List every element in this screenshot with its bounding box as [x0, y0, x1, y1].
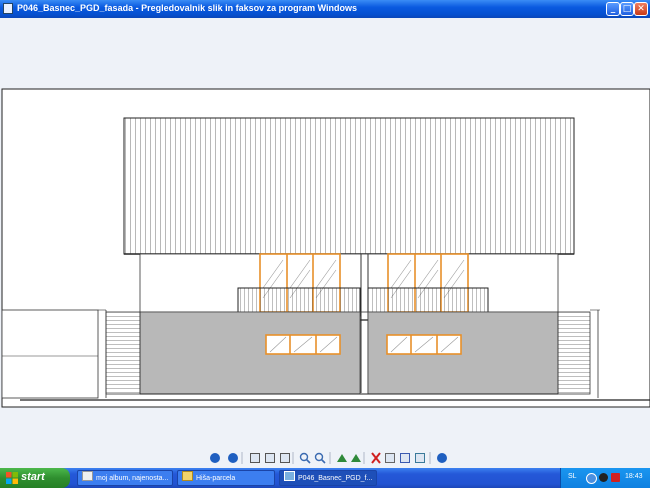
taskbar-item-image-viewer[interactable]: P046_Basnec_PGD_f...: [279, 470, 377, 486]
minimize-button[interactable]: _: [606, 2, 620, 16]
rotate-clockwise-icon: [337, 454, 347, 462]
taskbar: start moj album, najenosta... Hiša-parce…: [0, 468, 650, 488]
security-alert-icon[interactable]: [611, 473, 620, 482]
slideshow-icon: [280, 453, 290, 463]
staircase-left: [105, 311, 141, 395]
close-button[interactable]: ✕: [634, 2, 648, 16]
image-viewer-area[interactable]: [0, 18, 650, 448]
browser-window-icon: [82, 471, 93, 481]
delete-button[interactable]: [371, 452, 381, 464]
start-button[interactable]: start: [0, 468, 70, 488]
previous-image-icon: [210, 453, 220, 463]
slideshow-button[interactable]: [280, 453, 290, 463]
save-icon: [400, 453, 410, 463]
system-tray: SL 18:43: [560, 468, 650, 488]
maximize-button[interactable]: □: [620, 2, 634, 16]
zoom-in-icon: [299, 452, 311, 464]
help-icon: [437, 453, 447, 463]
app-icon: [3, 3, 13, 14]
best-fit-icon: [250, 453, 260, 463]
rotate-counterclockwise-icon: [351, 454, 361, 462]
zoom-out-button[interactable]: [314, 452, 326, 464]
taskbar-item-album[interactable]: moj album, najenosta...: [77, 470, 173, 486]
actual-size-icon: [265, 453, 275, 463]
image-viewer-icon: [284, 471, 295, 481]
clock: 18:43: [625, 473, 643, 480]
roof: [123, 117, 575, 255]
help-button[interactable]: [437, 453, 447, 463]
side-annex: [1, 309, 99, 399]
previous-image-button[interactable]: [210, 453, 220, 463]
folder-icon: [182, 471, 193, 481]
delete-icon: [371, 452, 381, 464]
start-label: start: [21, 471, 45, 483]
toolbar-buttons[interactable]: [200, 451, 460, 465]
edit-button[interactable]: [415, 453, 425, 463]
zoom-in-button[interactable]: [299, 452, 311, 464]
save-button[interactable]: [400, 453, 410, 463]
print-icon: [385, 453, 395, 463]
next-image-icon: [228, 453, 238, 463]
viewer-toolbar: [200, 450, 460, 464]
facade-drawing-image: [1, 88, 650, 408]
print-button[interactable]: [385, 453, 395, 463]
window-title: P046_Basnec_PGD_fasada - Pregledovalnik …: [17, 3, 358, 13]
edit-icon: [415, 453, 425, 463]
antivirus-icon[interactable]: [599, 473, 608, 482]
zoom-out-icon: [314, 452, 326, 464]
next-image-button[interactable]: [228, 453, 238, 463]
network-icon[interactable]: [586, 473, 597, 484]
rotate-clockwise-button[interactable]: [337, 454, 347, 462]
taskbar-item-folder[interactable]: Hiša-parcela: [177, 470, 275, 486]
windows-logo-icon: [6, 472, 18, 484]
rotate-counterclockwise-button[interactable]: [351, 454, 361, 462]
best-fit-button[interactable]: [250, 453, 260, 463]
title-bar[interactable]: P046_Basnec_PGD_fasada - Pregledovalnik …: [0, 0, 650, 18]
taskbar-item-label: Hiša-parcela: [196, 475, 236, 482]
actual-size-button[interactable]: [265, 453, 275, 463]
staircase-right: [557, 311, 591, 395]
taskbar-item-label: moj album, najenosta...: [96, 475, 169, 482]
taskbar-item-label: P046_Basnec_PGD_f...: [298, 475, 373, 482]
language-indicator[interactable]: SL: [568, 473, 577, 480]
